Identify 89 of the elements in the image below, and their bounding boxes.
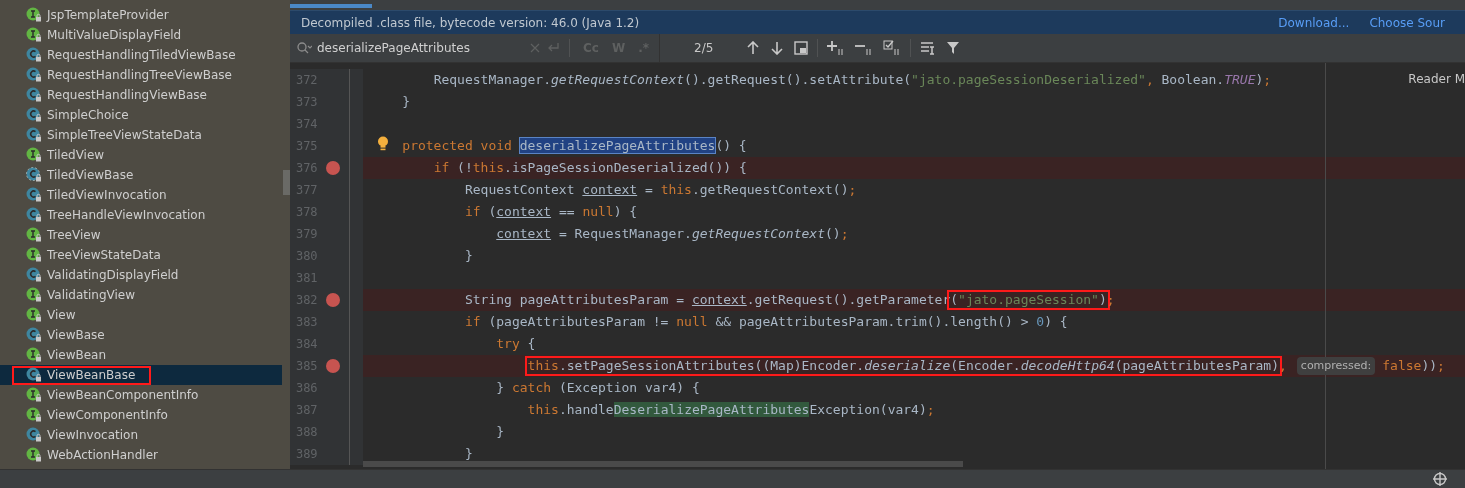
scrollbar-thumb[interactable] <box>363 461 963 467</box>
interface-icon <box>26 307 42 323</box>
add-occurrence-icon[interactable] <box>827 40 846 56</box>
breakpoint-icon[interactable] <box>326 161 341 175</box>
tree-item[interactable]: ViewBase <box>0 325 282 345</box>
tree-item[interactable]: ValidatingDisplayField <box>0 265 282 285</box>
up-arrow-icon[interactable] <box>746 41 761 55</box>
interface-icon <box>26 27 42 43</box>
tree-item[interactable]: ViewBeanComponentInfo <box>0 385 282 405</box>
tree-item[interactable]: ViewBean <box>0 345 282 365</box>
tree-item[interactable]: RequestHandlingTiledViewBase <box>0 45 282 65</box>
tree-item[interactable]: TreeView <box>0 225 282 245</box>
select-all-icon[interactable] <box>883 40 902 56</box>
interface-icon <box>26 407 42 423</box>
code-text: , <box>1279 358 1287 374</box>
annotation-box: this.setPageSessionAttributes((Map)Encoder.deserialize(Encoder.decodeHttp64(pageAttributesParam) <box>524 356 1282 376</box>
class-icon <box>26 207 42 223</box>
code-line: try { <box>496 336 536 352</box>
match-count: 2/5 <box>694 41 714 55</box>
crosshair-icon[interactable] <box>1433 472 1447 486</box>
interface-icon <box>26 227 42 243</box>
tree-item[interactable]: JspTemplateProvider <box>0 5 282 25</box>
code-text: String pageAttributesParam = <box>464 292 686 308</box>
code-line: } <box>402 94 411 110</box>
banner-link[interactable]: Choose Sour <box>1369 15 1445 30</box>
code-line: } <box>496 424 505 440</box>
tree-item[interactable]: ViewInvocation <box>0 425 282 445</box>
scrollbar-thumb[interactable] <box>283 170 290 195</box>
class-icon <box>26 187 42 203</box>
code-line: if (context == null) { <box>464 204 638 220</box>
filter-lines-icon[interactable] <box>920 41 937 55</box>
breakpoint-icon[interactable] <box>326 293 341 307</box>
interface-icon <box>26 287 42 303</box>
class-icon <box>26 87 42 103</box>
class-icon <box>26 427 42 443</box>
tree-item[interactable]: ValidatingView <box>0 285 282 305</box>
interface-icon <box>26 387 42 403</box>
code-line: if (pageAttributesParam != null && pageAttributesParam.trim().length() > 0) { <box>464 314 1068 330</box>
code-line: } catch (Exception var4) { <box>496 380 700 396</box>
code-line: this.handleDeserializePageAttributesException(var4); <box>527 402 935 418</box>
code-text: ; <box>1437 358 1445 374</box>
banner-message: Decompiled .class file, bytecode version: 46.0 (Java 1.2) <box>301 15 640 30</box>
window-icon[interactable] <box>794 41 809 55</box>
tree-item[interactable]: SimpleChoice <box>0 105 282 125</box>
tree-item[interactable]: View <box>0 305 282 325</box>
funnel-icon[interactable] <box>946 41 961 55</box>
tree-item[interactable]: RequestHandlingTreeViewBase <box>0 65 282 85</box>
code-line: protected void deserializePageAttributes() { <box>402 138 747 154</box>
tree-item[interactable]: TiledViewInvocation <box>0 185 282 205</box>
class-icon <box>26 107 42 123</box>
tree-item[interactable]: TiledViewBase <box>0 165 282 185</box>
banner-link[interactable]: Download... <box>1278 15 1350 30</box>
tree-item[interactable]: WebActionHandler <box>0 445 282 465</box>
tree-item[interactable]: TiledView <box>0 145 282 165</box>
class-icon <box>26 127 42 143</box>
code-line: } <box>464 446 473 462</box>
tree-item[interactable]: TreeViewStateData <box>0 245 282 265</box>
down-arrow-icon[interactable] <box>770 41 785 55</box>
reader-mode-label[interactable]: Reader M <box>1408 72 1465 86</box>
interface-icon <box>26 447 42 463</box>
tree-item[interactable]: TreeHandleViewInvocation <box>0 205 282 225</box>
code-text: )) <box>1421 358 1438 374</box>
tree-item[interactable]: ViewComponentInfo <box>0 405 282 425</box>
parameter-hint: compressed: <box>1296 357 1376 375</box>
code-line: RequestContext context = this.getRequestContext(); <box>464 182 857 198</box>
class-icon <box>26 167 42 183</box>
tree-item[interactable]: MultiValueDisplayField <box>0 25 282 45</box>
lightbulb-icon[interactable] <box>377 136 389 152</box>
interface-icon <box>26 7 42 23</box>
class-icon <box>26 267 42 283</box>
class-icon <box>26 47 42 63</box>
interface-icon <box>26 247 42 263</box>
code-line: context = RequestManager.getRequestContext(); <box>496 226 849 242</box>
breakpoint-icon[interactable] <box>326 359 341 373</box>
class-icon <box>26 67 42 83</box>
interface-icon <box>26 147 42 163</box>
class-icon <box>26 367 42 383</box>
interface-icon <box>26 347 42 363</box>
class-icon <box>26 327 42 343</box>
tree-item[interactable]: RequestHandlingViewBase <box>0 85 282 105</box>
annotation-box: ("jato.pageSession") <box>947 290 1110 310</box>
tree-item[interactable]: SimpleTreeViewStateData <box>0 125 282 145</box>
code-text: false <box>1382 358 1422 374</box>
code-text: context <box>691 292 747 308</box>
tree-item[interactable]: ViewBeanBase <box>0 365 282 385</box>
code-line: } <box>464 248 473 264</box>
search-icon <box>296 41 312 55</box>
code-line: RequestManager.getRequestContext().getRequest().setAttribute("jato.pageSessionDeserialized", Boolean.TRUE); <box>433 72 1272 88</box>
code-line: if (!this.isPageSessionDeserialized()) { <box>433 160 747 176</box>
